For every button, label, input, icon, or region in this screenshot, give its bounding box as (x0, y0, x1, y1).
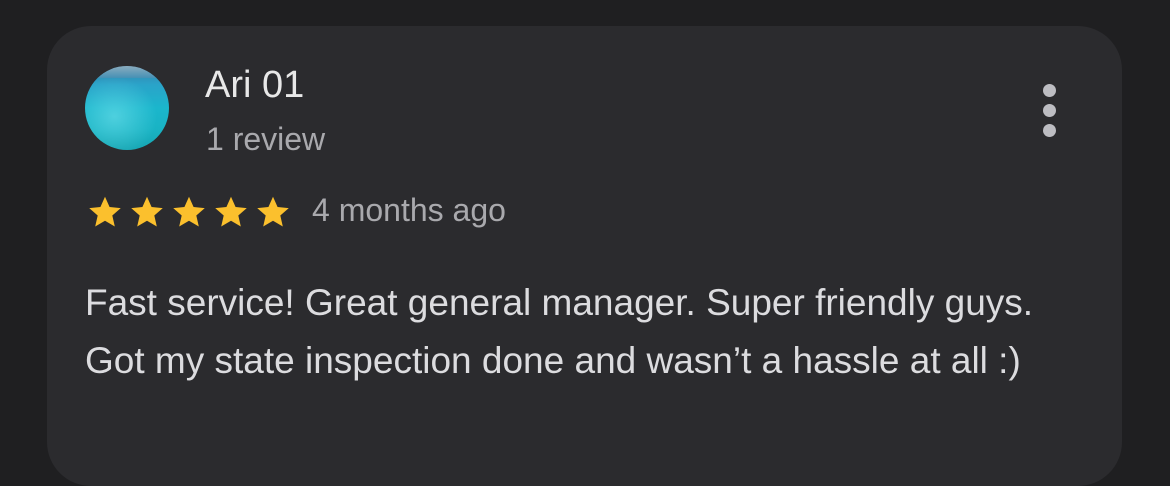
star-icon (257, 196, 289, 227)
review-card: Ari 01 1 review 4 months ago Fast servic… (47, 26, 1122, 486)
star-icon (173, 196, 205, 227)
star-rating (85, 194, 293, 230)
star-icon (131, 196, 163, 227)
more-options-button[interactable] (1035, 82, 1065, 138)
star-icon (215, 196, 247, 227)
star-icon (89, 196, 121, 227)
review-time: 4 months ago (312, 192, 506, 228)
avatar[interactable] (85, 66, 169, 150)
more-vert-icon (1043, 84, 1056, 97)
review-count[interactable]: 1 review (206, 121, 325, 158)
more-vert-icon-dot (1043, 104, 1056, 117)
author-name[interactable]: Ari 01 (205, 64, 304, 107)
review-text: Fast service! Great general manager. Sup… (85, 282, 1034, 381)
more-vert-icon-dot (1043, 124, 1056, 137)
